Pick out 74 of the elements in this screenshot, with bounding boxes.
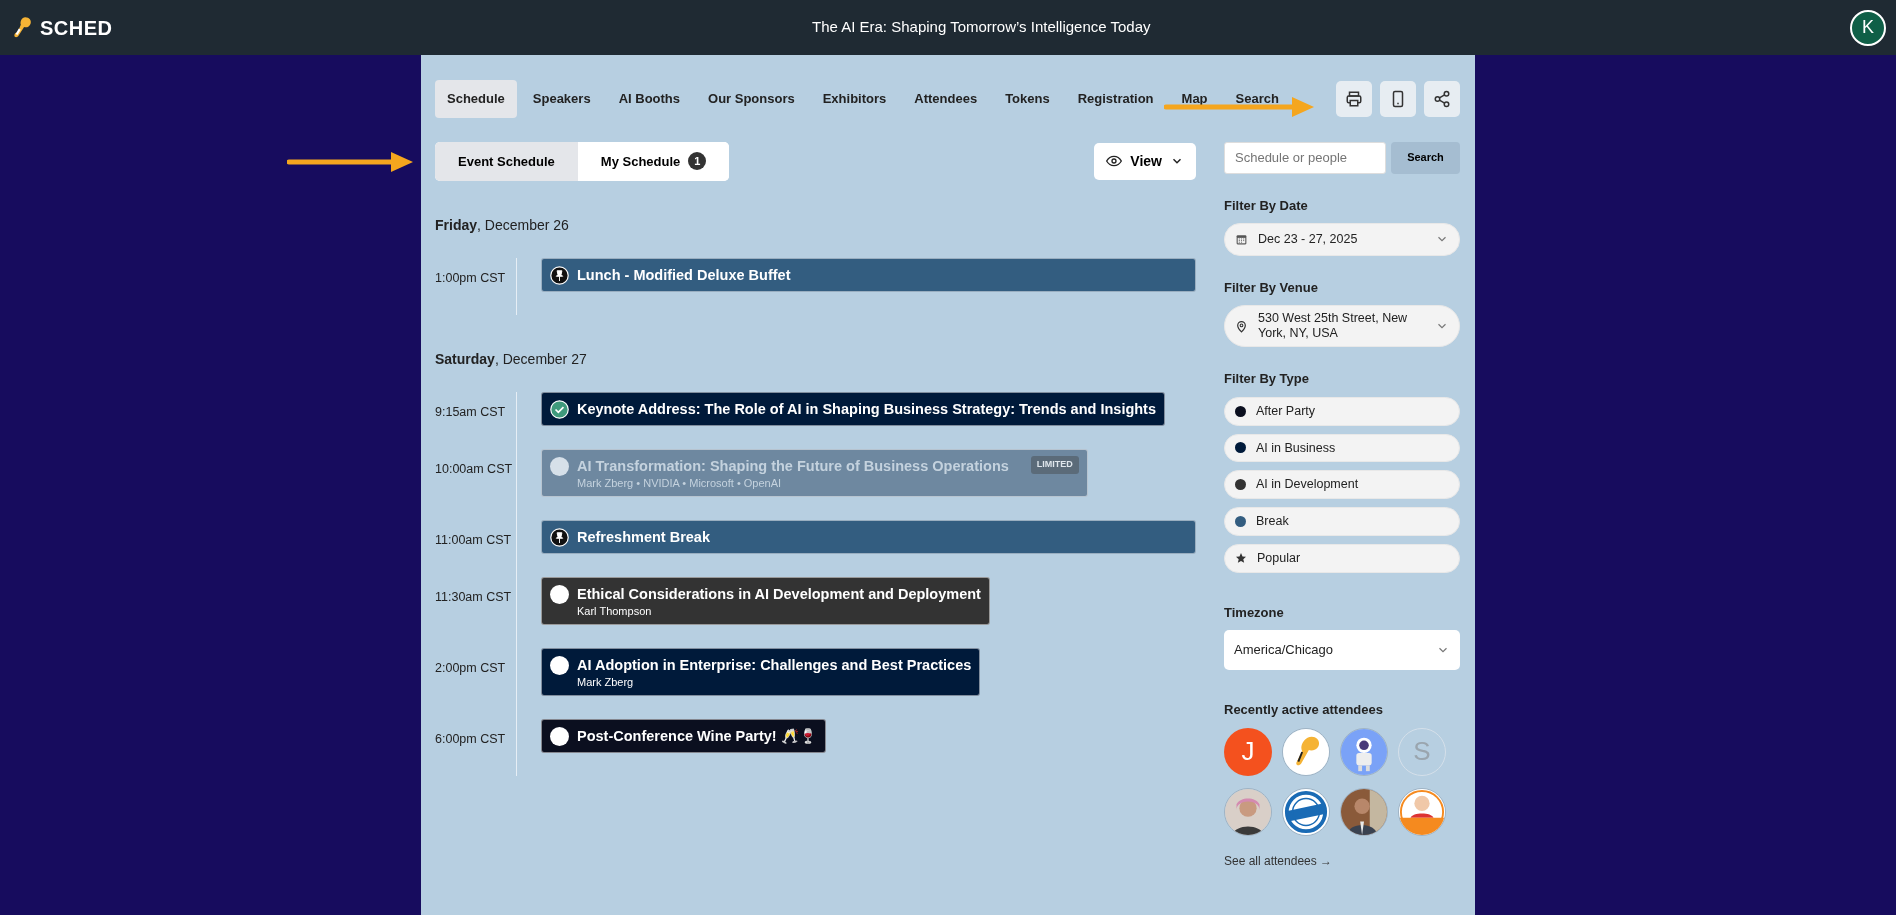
type-filter[interactable]: Popular: [1224, 543, 1460, 573]
session-time: 11:00am CST: [435, 532, 513, 549]
session-block[interactable]: Keynote Address: The Role of AI in Shaping Business Strategy: Trends and Insights: [541, 392, 1166, 426]
nav-tab[interactable]: Our Sponsors: [696, 80, 807, 118]
type-filter[interactable]: AI in Development: [1224, 470, 1460, 499]
nav-tab[interactable]: AI Booths: [606, 80, 692, 118]
break-block[interactable]: Refreshment Break: [541, 520, 1196, 554]
event-title: The AI Era: Shaping Tomorrow’s Intelligence Today: [812, 17, 1151, 38]
arrow-icon: [287, 151, 413, 173]
date-dropdown[interactable]: Dec 23 - 27, 2025: [1224, 223, 1460, 256]
session-speakers: Mark Zberg • NVIDIA • Microsoft • OpenAI: [577, 476, 783, 490]
session-title: Lunch - Modified Deluxe Buffet: [577, 266, 791, 285]
check-icon[interactable]: [550, 400, 569, 419]
section-label: Recently active attendees: [1224, 701, 1384, 719]
logo-text[interactable]: SCHED: [40, 12, 113, 43]
session-title: AI Transformation: Shaping the Future of Business Operations: [577, 457, 1009, 476]
day-heading: Saturday, December 27: [435, 350, 588, 369]
filter-label: Filter By Date: [1224, 196, 1309, 215]
session-time: 11:30am CST: [435, 589, 513, 606]
session-time: 1:00pm CST: [435, 270, 507, 287]
arrow-icon: [1164, 96, 1314, 118]
session-title: AI Adoption in Enterprise: Challenges and Best Practices: [577, 656, 972, 675]
nav-tab[interactable]: Exhibitors: [810, 80, 899, 118]
pushpin-icon[interactable]: [550, 528, 569, 547]
session-block[interactable]: AI Adoption in Enterprise: Challenges and Best Practices Mark Zberg: [541, 648, 981, 696]
search-button[interactable]: Search: [1391, 141, 1460, 174]
view-button[interactable]: View: [1094, 142, 1196, 180]
add-circle-icon[interactable]: [550, 656, 569, 675]
share-icon: [1433, 89, 1451, 108]
session-title: Keynote Address: The Role of AI in Shaping Business Strategy: Trends and Insights: [577, 400, 1157, 419]
session-title: Refreshment Break: [577, 528, 710, 547]
session-speakers: Karl Thompson: [577, 604, 653, 618]
add-circle-icon[interactable]: [550, 585, 569, 604]
session-time: 6:00pm CST: [435, 731, 507, 748]
share-button[interactable]: [1424, 80, 1460, 117]
session-block[interactable]: Ethical Considerations in AI Development and Deployment Karl Thompson: [541, 577, 990, 625]
nav-tab[interactable]: Tokens: [993, 80, 1062, 118]
count-badge: 1: [688, 152, 707, 171]
session-block[interactable]: Post-Conference Wine Party! 🥂🍷: [541, 719, 826, 753]
nav-tab[interactable]: Speakers: [520, 80, 603, 118]
session-time: 10:00am CST: [435, 461, 514, 478]
filter-label: Filter By Type: [1224, 370, 1310, 389]
nav-tab[interactable]: Registration: [1065, 80, 1166, 118]
calendar-icon: [1235, 232, 1248, 246]
limited-badge: LIMITED: [1030, 456, 1079, 474]
session-speakers: Mark Zberg: [577, 675, 635, 689]
filter-label: Filter By Venue: [1224, 278, 1319, 297]
nav-tab[interactable]: Search: [1223, 80, 1291, 118]
print-icon: [1345, 89, 1363, 108]
user-avatar[interactable]: K: [1850, 9, 1886, 46]
add-circle-icon[interactable]: [550, 727, 569, 746]
session-time: 9:15am CST: [435, 404, 507, 421]
pushpin-icon[interactable]: [550, 266, 569, 285]
star-icon: [1235, 552, 1247, 565]
see-all-link[interactable]: See all attendees →: [1224, 851, 1333, 870]
type-filter[interactable]: Break: [1224, 507, 1460, 536]
break-block[interactable]: Lunch - Modified Deluxe Buffet: [541, 258, 1196, 292]
location-pin-icon: [1235, 319, 1248, 333]
nav-tab[interactable]: Attendees: [902, 80, 990, 118]
print-button[interactable]: [1336, 80, 1372, 117]
schedule-tab[interactable]: Event Schedule: [435, 141, 578, 181]
session-title: Post-Conference Wine Party! 🥂🍷: [577, 727, 817, 746]
timezone-select[interactable]: America/Chicago: [1224, 630, 1460, 670]
filter-label: Timezone: [1224, 603, 1285, 622]
search-field[interactable]: Schedule or people: [1224, 141, 1386, 174]
nav-tab[interactable]: Schedule: [435, 80, 517, 118]
type-filter[interactable]: After Party: [1224, 396, 1460, 426]
session-time: 2:00pm CST: [435, 660, 507, 677]
phone-button[interactable]: [1380, 80, 1416, 117]
type-filter[interactable]: AI in Business: [1224, 433, 1460, 463]
venue-dropdown[interactable]: 530 West 25th Street, New York, NY, USA: [1224, 305, 1460, 348]
day-heading: Friday, December 26: [435, 216, 570, 235]
nav-tab[interactable]: Map: [1169, 80, 1220, 118]
session-title: Ethical Considerations in AI Development and Deployment: [577, 585, 981, 604]
